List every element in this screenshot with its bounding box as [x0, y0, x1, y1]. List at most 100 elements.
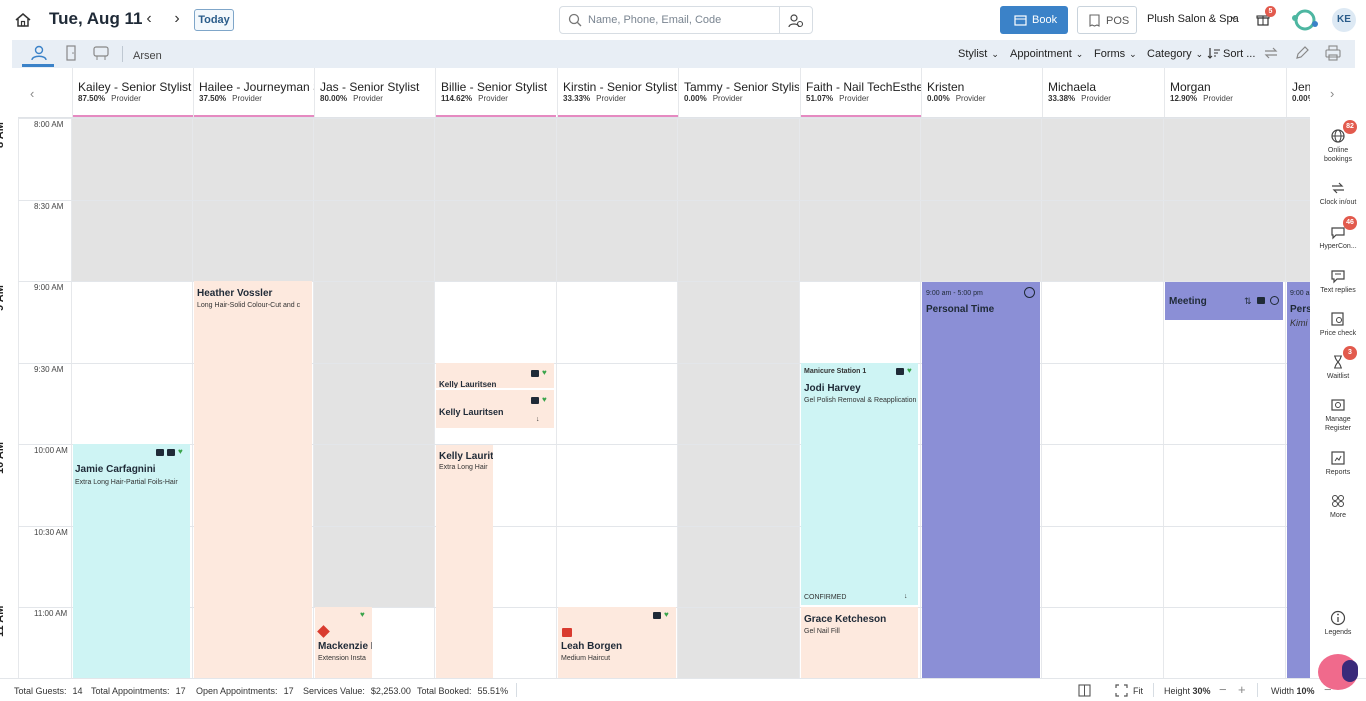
stylist-column-header[interactable]: Hailee - Journeyman Stylist 37.50% Provid…	[193, 68, 314, 117]
sidebar-item-legends[interactable]: Legends	[1310, 610, 1366, 637]
book-button[interactable]: Book	[1000, 6, 1068, 34]
edit-icon[interactable]	[1293, 44, 1311, 62]
stylist-role: Provider	[839, 94, 869, 103]
utilization-percent: 0.00%	[684, 94, 707, 103]
message-icon	[1331, 270, 1345, 284]
sort-icon[interactable]	[1207, 46, 1221, 60]
appointment-card[interactable]: Kelly Lauritsen Extra Long Hair	[436, 445, 493, 678]
time-label: 11:00 AM	[34, 609, 68, 618]
search-input[interactable]: Name, Phone, Email, Code	[588, 14, 721, 26]
client-name: Kelly Lauritsen	[439, 407, 504, 417]
filter-category[interactable]: Category ⌄	[1147, 48, 1203, 60]
message-icon	[531, 397, 539, 404]
personal-time-block[interactable]: 9:00 am - 5:00 pm Personal Time	[922, 282, 1040, 678]
stylist-column-header[interactable]: Billie - Senior Stylist 114.62% Provider	[435, 68, 556, 117]
client-search-icon[interactable]	[788, 13, 804, 29]
personal-time-block[interactable]: 9:00 am Personal Kimi	[1287, 282, 1310, 678]
stylist-column-header[interactable]: Kristen 0.00% Provider	[921, 68, 1042, 117]
scroll-right-icon[interactable]: ›	[1330, 86, 1334, 101]
search-box: Name, Phone, Email, Code	[559, 6, 813, 34]
chart-icon	[1331, 451, 1345, 465]
sidebar-item-label: Price check	[1319, 330, 1357, 337]
stylist-name: Morgan	[1170, 80, 1211, 94]
footer-divider	[1153, 683, 1154, 697]
column-accent	[801, 115, 921, 117]
fit-button[interactable]: Fit	[1133, 686, 1143, 696]
filter-appointment[interactable]: Appointment ⌄	[1010, 48, 1083, 60]
sidebar-item-manage-register[interactable]: Manage Register	[1310, 397, 1366, 433]
stylist-utilization: 87.50% Provider	[78, 94, 141, 103]
message-icon	[896, 368, 904, 375]
utilization-percent: 87.50%	[78, 94, 106, 103]
right-sidebar: Online bookings 82 Clock in/out HyperCon…	[1310, 118, 1366, 678]
client-name: Leah Borgen	[561, 641, 623, 652]
chevron-down-icon: ⌄	[1129, 49, 1137, 59]
stylist-role: Provider	[1203, 94, 1233, 103]
service-name: Extension Insta	[318, 655, 366, 662]
block-time: 9:00 am	[1290, 290, 1310, 297]
assistant-logo-icon[interactable]	[1287, 8, 1323, 32]
service-name: Extra Long Hair-Partial Foils-Hair	[75, 479, 178, 486]
sidebar-item-reports[interactable]: Reports	[1310, 450, 1366, 477]
stylist-column-header[interactable]: Tammy - Senior Stylist 0.00% Provider	[678, 68, 799, 117]
chevron-down-icon[interactable]: ⌄	[1229, 11, 1237, 22]
appointment-card[interactable]: Kelly Lauritsen ♥ ↓	[436, 390, 554, 428]
sidebar-item-clock-in-out[interactable]: Clock in/out	[1310, 180, 1366, 207]
stylist-role: Provider	[596, 94, 626, 103]
appointment-card[interactable]: Kelly Lauritsen ♥	[436, 363, 554, 388]
equipment-view-icon[interactable]	[92, 44, 110, 62]
filter-stylist[interactable]: Stylist ⌄	[958, 48, 999, 60]
stylist-column-header[interactable]: Michaela 33.38% Provider	[1042, 68, 1163, 117]
chat-launcher-button[interactable]	[1318, 654, 1358, 690]
calendar-grid: 8:00 AM 8:30 AM 9:00 AM 9:30 AM 10:00 AM 10:3…	[0, 118, 1310, 678]
location-label[interactable]: Arsen	[133, 50, 162, 62]
pos-button[interactable]: POS	[1077, 6, 1137, 34]
column-divider	[677, 118, 678, 678]
appointment-card[interactable]: Jamie Carfagnini Extra Long Hair-Partial…	[73, 444, 190, 678]
appointment-card[interactable]: Leah Borgen Medium Haircut ♥	[558, 607, 676, 678]
column-divider	[313, 118, 314, 678]
filter-forms[interactable]: Forms ⌄	[1094, 48, 1137, 60]
stylist-view-icon[interactable]	[30, 44, 48, 62]
appointment-card[interactable]: Heather Vossler Long Hair-Solid Colour-C…	[194, 281, 312, 678]
stylist-column-header[interactable]: Jas - Senior Stylist 80.00% Provider	[314, 68, 435, 117]
service-name: Gel Nail Fill	[804, 628, 840, 635]
sidebar-item-price-check[interactable]: Price check	[1310, 311, 1366, 338]
filter-sort[interactable]: Sort ...	[1223, 48, 1255, 60]
stylist-role: Provider	[1081, 94, 1111, 103]
today-button[interactable]: Today	[194, 9, 234, 31]
stylist-column-header[interactable]: Faith - Nail TechEsthetician 51.07% Provi…	[800, 68, 921, 117]
height-decrease-button[interactable]: −	[1219, 682, 1227, 697]
sidebar-item-waitlist[interactable]: Waitlist 3	[1310, 346, 1366, 381]
sidebar-item-more[interactable]: More	[1310, 493, 1366, 520]
sidebar-item-online-bookings[interactable]: Online bookings 82	[1310, 120, 1366, 164]
sidebar-item-text-replies[interactable]: Text replies	[1310, 268, 1366, 295]
fit-icon[interactable]	[1115, 684, 1128, 697]
column-accent	[558, 115, 678, 117]
room-view-icon[interactable]	[62, 44, 80, 62]
stylist-role: Provider	[111, 94, 141, 103]
meeting-block[interactable]: Meeting ⇅	[1165, 282, 1283, 320]
stylist-column-header[interactable]: Kirstin - Senior Stylist 33.33% Provider	[557, 68, 678, 117]
time-label: 8:00 AM	[34, 120, 64, 129]
salon-selector[interactable]: Plush Salon & Spa	[1147, 13, 1239, 25]
height-increase-button[interactable]: +	[1238, 682, 1246, 697]
prev-day-button[interactable]: ‹	[141, 10, 157, 28]
sidebar-item-hypercon[interactable]: HyperCon... 46	[1310, 216, 1366, 251]
home-icon[interactable]	[14, 11, 32, 29]
scroll-left-icon[interactable]: ‹	[30, 86, 34, 101]
search-divider	[779, 7, 780, 33]
stylist-column-header[interactable]: Jenn 0.00%Provider	[1286, 68, 1310, 117]
appointment-card[interactable]: Mackenzie H Extension Insta ♥	[315, 607, 372, 678]
next-day-button[interactable]: ›	[169, 10, 185, 28]
print-icon[interactable]	[1324, 44, 1342, 62]
stylist-column-header[interactable]: Morgan 12.90% Provider	[1164, 68, 1285, 117]
user-avatar[interactable]: KE	[1332, 8, 1356, 32]
hour-label: 11 AM	[0, 605, 6, 637]
stylist-column-header[interactable]: Kailey - Senior Stylist 87.50% Provider	[72, 68, 193, 117]
swap-icon[interactable]	[1262, 44, 1280, 62]
layout-icon[interactable]	[1078, 684, 1091, 697]
appointment-card[interactable]: Grace Ketcheson Gel Nail Fill	[801, 607, 918, 678]
service-name: Gel Polish Removal & Reapplication	[804, 397, 917, 404]
appointment-card[interactable]: Manicure Station 1 Jodi Harvey Gel Polis…	[801, 363, 918, 605]
